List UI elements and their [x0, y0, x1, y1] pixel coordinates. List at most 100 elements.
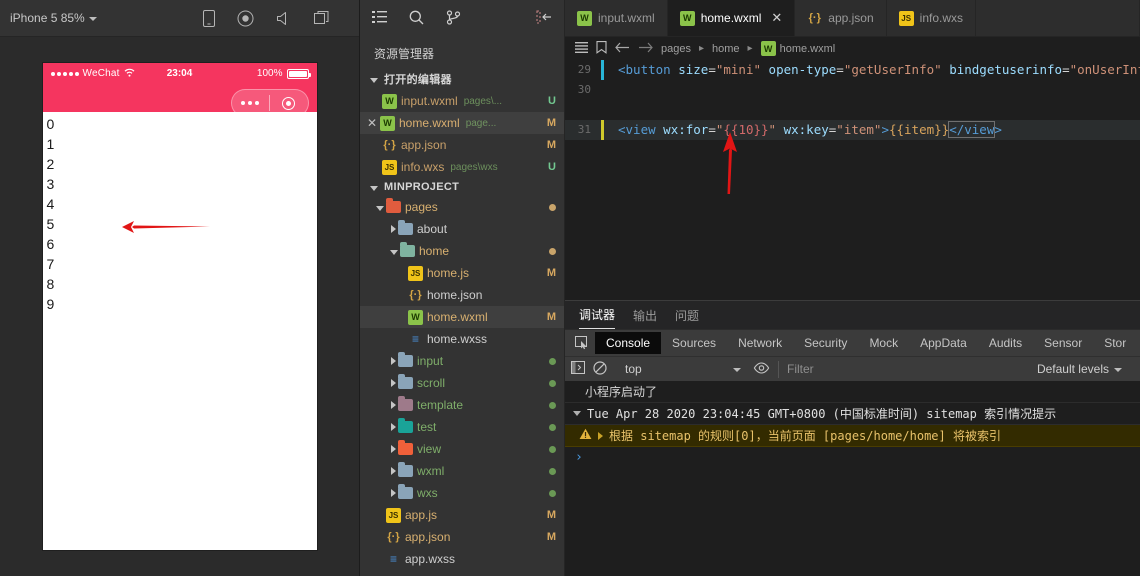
tab-home-wxml[interactable]: W home.wxml ✕ — [667, 0, 796, 36]
copy-icon[interactable] — [314, 10, 331, 26]
tree-item-input[interactable]: input — [360, 350, 564, 372]
simulator-pane: iPhone 5 85% WeChat 23:04 100% 0 1 2 3 4… — [0, 0, 360, 576]
tree-item-app-json[interactable]: {·} app.json M — [360, 526, 564, 548]
outline-icon[interactable] — [575, 41, 588, 56]
devtools-tab-network[interactable]: Network — [727, 332, 793, 354]
devtools-tab-storage[interactable]: Stor — [1093, 332, 1137, 354]
forward-arrow-icon[interactable] — [638, 42, 653, 56]
open-editors-section-header[interactable]: 打开的编辑器 — [360, 68, 564, 90]
breadcrumb-label: pages — [661, 42, 691, 55]
tree-item-home-wxss[interactable]: ≡ home.wxss — [360, 328, 564, 350]
explorer-icon[interactable] — [372, 10, 387, 27]
open-editor-row[interactable]: ✕ W home.wxml page... M — [360, 112, 564, 134]
editor-pane: W input.wxml W home.wxml ✕ {·} app.json … — [565, 0, 1140, 576]
tree-item-home-wxml[interactable]: W home.wxml M — [360, 306, 564, 328]
open-editor-row[interactable]: JS info.wxs pages\wxs U — [360, 156, 564, 178]
tree-item-label: home.wxss — [427, 332, 488, 346]
search-icon[interactable] — [409, 10, 424, 28]
code-line[interactable]: 31 <view wx:for="{{10}}" wx:key="item">{… — [565, 120, 1140, 140]
tree-item-app-js[interactable]: JS app.js M — [360, 504, 564, 526]
tab-app-json[interactable]: {·} app.json — [795, 0, 887, 36]
devtools-tab-bar: Console Sources Network Security Mock Ap… — [565, 329, 1140, 356]
phone-icon[interactable] — [203, 9, 215, 27]
tree-item-app-wxss[interactable]: ≡ app.wxss — [360, 548, 564, 570]
tree-item-pages[interactable]: pages — [360, 196, 564, 218]
context-selector[interactable]: top — [615, 362, 745, 376]
close-target-icon[interactable] — [270, 96, 308, 110]
chevron-down-icon[interactable] — [573, 411, 581, 416]
devtools-tab-sources[interactable]: Sources — [661, 332, 727, 354]
devtools-tab-security[interactable]: Security — [793, 332, 858, 354]
devtools-tab-sensor[interactable]: Sensor — [1033, 332, 1093, 354]
close-icon[interactable]: ✕ — [771, 10, 782, 26]
tree-item-wxml[interactable]: wxml — [360, 460, 564, 482]
filter-input[interactable] — [778, 360, 1029, 378]
live-expression-icon[interactable] — [753, 361, 770, 377]
bookmark-icon[interactable] — [596, 40, 607, 57]
close-icon[interactable]: ✕ — [364, 116, 380, 130]
code-editor[interactable]: 29 <button size="mini" open-type="getUse… — [565, 60, 1140, 300]
tree-item-home[interactable]: home — [360, 240, 564, 262]
inspect-element-icon[interactable] — [569, 336, 595, 350]
phone-status-bar: WeChat 23:04 100% — [43, 63, 317, 84]
chevron-right-icon — [391, 423, 396, 431]
back-arrow-icon[interactable] — [615, 42, 630, 56]
tab-problems[interactable]: 问题 — [675, 307, 699, 329]
tree-item-home-json[interactable]: {·} home.json — [360, 284, 564, 306]
warning-icon — [579, 428, 592, 443]
sound-icon[interactable] — [276, 11, 292, 26]
folder-icon — [386, 198, 401, 213]
more-dots-icon[interactable] — [232, 101, 270, 105]
tree-item-test[interactable]: test — [360, 416, 564, 438]
wechat-capsule-menu[interactable] — [230, 89, 309, 117]
console-input-prompt[interactable]: › — [565, 447, 1140, 468]
breadcrumb-item-home[interactable]: home — [712, 43, 740, 55]
chevron-right-icon[interactable] — [598, 431, 603, 440]
wxml-icon: W — [760, 41, 776, 56]
clear-console-icon[interactable] — [593, 360, 607, 378]
tab-input-wxml[interactable]: W input.wxml — [565, 0, 668, 36]
change-marker — [601, 80, 604, 100]
open-editor-row[interactable]: {·} app.json M — [360, 134, 564, 156]
list-item: 3 — [46, 176, 55, 192]
breadcrumb-item-file[interactable]: W home.wxml — [760, 41, 835, 56]
tree-item-template[interactable]: template — [360, 394, 564, 416]
tab-debugger[interactable]: 调试器 — [579, 306, 616, 329]
code-line[interactable]: 29 <button size="mini" open-type="getUse… — [565, 60, 1140, 80]
tab-output[interactable]: 输出 — [633, 307, 657, 329]
devtools-tab-appdata[interactable]: AppData — [909, 332, 978, 354]
tree-item-wxs[interactable]: wxs — [360, 482, 564, 504]
source-control-icon[interactable] — [446, 9, 461, 28]
devtools-tab-console[interactable]: Console — [595, 332, 662, 354]
console-sidebar-icon[interactable] — [571, 361, 585, 377]
tree-item-home-js[interactable]: JS home.js M — [360, 262, 564, 284]
file-tree[interactable]: 打开的编辑器 W input.wxml pages\... U ✕ W home… — [360, 68, 564, 576]
phone-screen[interactable]: WeChat 23:04 100% 0 1 2 3 4 5 6 7 8 9 — [42, 63, 317, 550]
collapse-icon[interactable] — [535, 10, 552, 27]
devtools-tab-mock[interactable]: Mock — [858, 332, 909, 354]
device-selector[interactable]: iPhone 5 85% — [10, 11, 97, 25]
tree-item-about[interactable]: about — [360, 218, 564, 240]
tree-item-label: template — [417, 398, 464, 412]
console-message: 小程序启动了 — [565, 381, 1140, 403]
log-levels-selector[interactable]: Default levels — [1037, 362, 1134, 376]
tab-info-wxs[interactable]: JS info.wxs — [887, 0, 977, 36]
tree-item-view[interactable]: view — [360, 438, 564, 460]
console-message-group[interactable]: Tue Apr 28 2020 23:04:45 GMT+0800 (中国标准时… — [565, 403, 1140, 425]
folder-icon — [398, 352, 413, 367]
js-icon: JS — [898, 10, 914, 26]
code-line[interactable]: 30 — [565, 80, 1140, 100]
battery-icon — [286, 68, 311, 79]
breadcrumb-item-pages[interactable]: pages — [661, 43, 691, 55]
tree-item-scroll[interactable]: scroll — [360, 372, 564, 394]
chevron-right-icon — [391, 357, 396, 365]
record-icon[interactable] — [237, 10, 254, 27]
chevron-down-icon — [370, 77, 378, 83]
file-name: info.wxs — [401, 160, 445, 174]
open-editor-row[interactable]: W input.wxml pages\... U — [360, 90, 564, 112]
folder-icon — [400, 242, 415, 257]
console-message-warning[interactable]: 根据 sitemap 的规则[0]，当前页面 [pages/home/home]… — [565, 425, 1140, 447]
console-output[interactable]: 小程序启动了 Tue Apr 28 2020 23:04:45 GMT+0800… — [565, 381, 1140, 576]
devtools-tab-audits[interactable]: Audits — [978, 332, 1033, 354]
project-section-header[interactable]: MINPROJECT — [360, 178, 564, 196]
